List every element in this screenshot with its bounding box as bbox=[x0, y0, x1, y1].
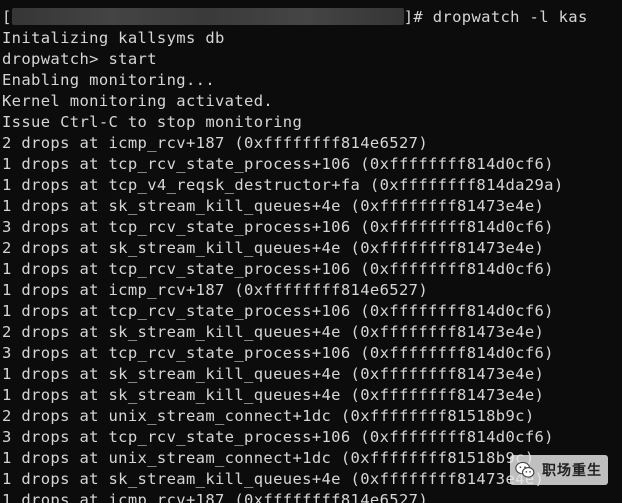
terminal-output-line: 1 drops at icmp_rcv+187 (0xffffffff814e6… bbox=[2, 281, 428, 299]
terminal-output-line: 3 drops at tcp_rcv_state_process+106 (0x… bbox=[2, 218, 554, 236]
terminal-output-line: Initalizing kallsyms db bbox=[2, 29, 225, 47]
terminal-output-line: 3 drops at tcp_rcv_state_process+106 (0x… bbox=[2, 344, 554, 362]
terminal-output-line: Enabling monitoring... bbox=[2, 71, 215, 89]
terminal-output-line: 2 drops at sk_stream_kill_queues+4e (0xf… bbox=[2, 323, 545, 341]
terminal-output-line: 3 drops at tcp_rcv_state_process+106 (0x… bbox=[2, 428, 554, 446]
watermark: 职场重生 bbox=[510, 455, 608, 485]
terminal-output-line: 1 drops at sk_stream_kill_queues+4e (0xf… bbox=[2, 470, 545, 488]
watermark-text: 职场重生 bbox=[542, 463, 602, 479]
terminal-output-line: 2 drops at unix_stream_connect+1dc (0xff… bbox=[2, 407, 535, 425]
terminal-output-line: 1 drops at tcp_rcv_state_process+106 (0x… bbox=[2, 302, 554, 320]
command-prompt-line: [ ]# dropwatch -l kas bbox=[2, 7, 588, 28]
terminal-output-line: 1 drops at sk_stream_kill_queues+4e (0xf… bbox=[2, 386, 545, 404]
terminal-output-line: 2 drops at sk_stream_kill_queues+4e (0xf… bbox=[2, 239, 545, 257]
terminal-output-line: 1 drops at sk_stream_kill_queues+4e (0xf… bbox=[2, 365, 545, 383]
terminal-output-line: 1 drops at sk_stream_kill_queues+4e (0xf… bbox=[2, 197, 545, 215]
terminal-output-line: Kernel monitoring activated. bbox=[2, 92, 274, 110]
prompt-command: ]# dropwatch -l kas bbox=[403, 8, 588, 26]
terminal-output-line: 1 drops at tcp_rcv_state_process+106 (0x… bbox=[2, 155, 554, 173]
terminal-output-line: 2 drops at icmp_rcv+187 (0xffffffff814e6… bbox=[2, 134, 428, 152]
wechat-icon bbox=[515, 461, 535, 478]
prompt-open-bracket: [ bbox=[2, 8, 12, 26]
redacted-hostname bbox=[11, 8, 404, 25]
terminal-window[interactable]: [ ]# dropwatch -l kas Initalizing kallsym… bbox=[0, 0, 622, 503]
terminal-output-line: Issue Ctrl-C to stop monitoring bbox=[2, 113, 303, 131]
terminal-output-line: 1 drops at tcp_rcv_state_process+106 (0x… bbox=[2, 260, 554, 278]
terminal-output-line: 1 drops at unix_stream_connect+1dc (0xff… bbox=[2, 449, 535, 467]
terminal-output-line: 1 drops at icmp_rcv+187 (0xffffffff814e6… bbox=[2, 491, 428, 503]
terminal-output-line: 1 drops at tcp_v4_reqsk_destructor+fa (0… bbox=[2, 176, 564, 194]
terminal-output-line: dropwatch> start bbox=[2, 50, 157, 68]
